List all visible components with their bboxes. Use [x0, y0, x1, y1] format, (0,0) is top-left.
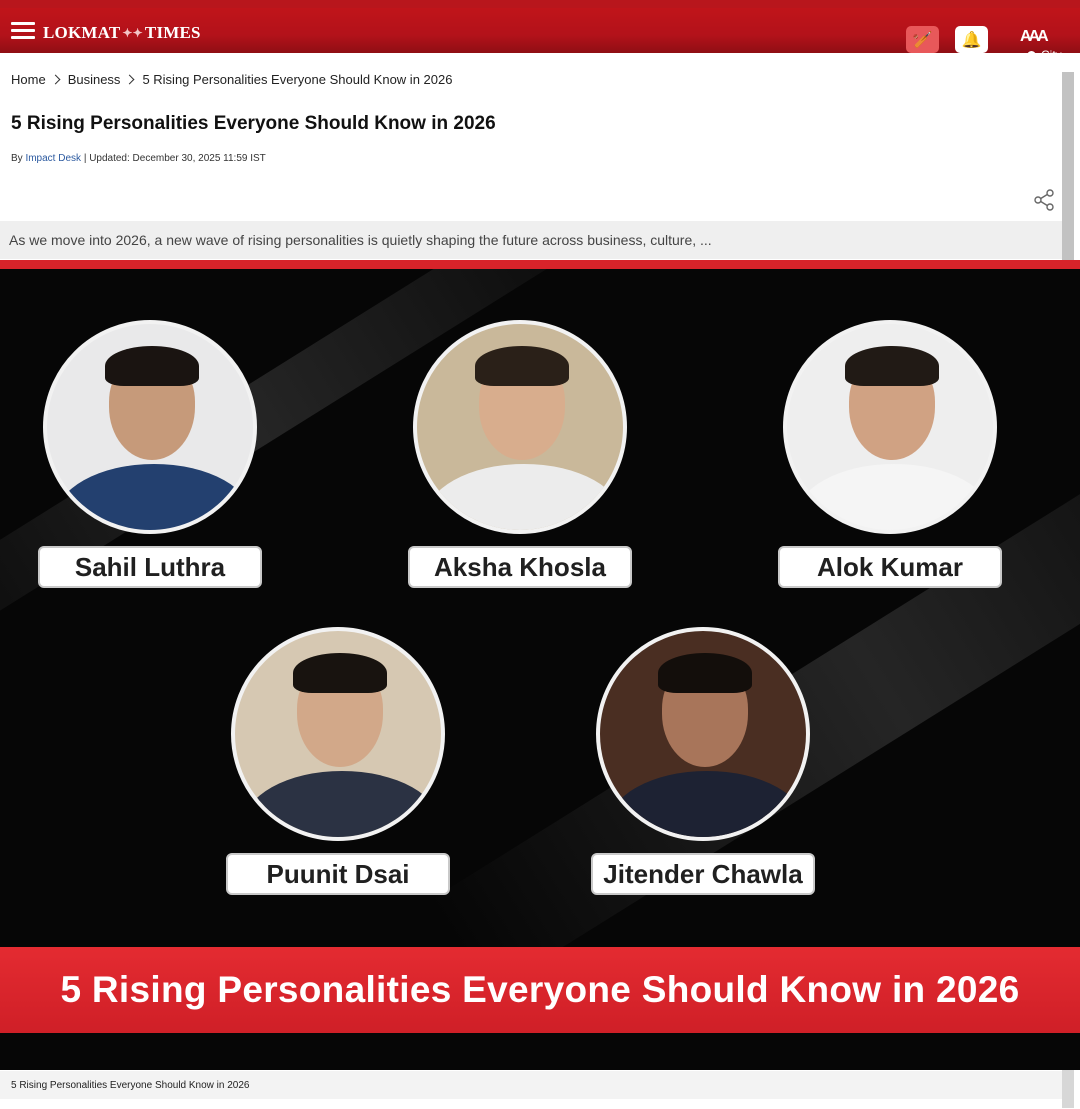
article-summary: As we move into 2026, a new wave of risi…: [0, 221, 1062, 259]
person-name: Jitender Chawla: [591, 853, 815, 895]
hero-image: Sahil Luthra Aksha Khosla Alok Kumar Puu…: [0, 260, 1080, 1070]
person-name: Puunit Dsai: [226, 853, 450, 895]
hero-banner-text: 5 Rising Personalities Everyone Should K…: [0, 947, 1080, 1033]
person-name: Aksha Khosla: [408, 546, 632, 588]
share-icon[interactable]: [1032, 188, 1056, 212]
person-photo: [596, 627, 810, 841]
font-size-button[interactable]: AAA: [1020, 28, 1049, 46]
byline: By Impact Desk | Updated: December 30, 2…: [11, 153, 266, 164]
image-caption: 5 Rising Personalities Everyone Should K…: [0, 1071, 1062, 1099]
breadcrumb-home[interactable]: Home: [11, 72, 46, 87]
person-photo: [231, 627, 445, 841]
person-photo: [783, 320, 997, 534]
person-name: Alok Kumar: [778, 546, 1002, 588]
breadcrumb-current: 5 Rising Personalities Everyone Should K…: [142, 72, 453, 87]
person-name: Sahil Luthra: [38, 546, 262, 588]
logo-emblem: ✦✦: [122, 25, 143, 40]
site-header: LOKMAT ✦✦ TIMES 🏏 🔔 AAA City: [0, 0, 1080, 62]
chevron-right-icon: [50, 74, 61, 85]
logo-text-right: TIMES: [144, 23, 201, 42]
location-pin-icon: [1025, 48, 1038, 62]
notification-bell-icon[interactable]: 🔔: [955, 26, 988, 53]
breadcrumb-business[interactable]: Business: [68, 72, 121, 87]
breadcrumb: Home Business 5 Rising Personalities Eve…: [11, 72, 452, 87]
person-card: Puunit Dsai: [223, 627, 453, 895]
person-card: Sahil Luthra: [35, 320, 265, 588]
person-photo: [413, 320, 627, 534]
city-label: City: [1041, 48, 1062, 62]
author-link[interactable]: Impact Desk: [25, 153, 81, 164]
person-card: Aksha Khosla: [405, 320, 635, 588]
city-selector[interactable]: City: [1025, 48, 1062, 62]
person-card: Alok Kumar: [775, 320, 1005, 588]
menu-icon[interactable]: [11, 22, 35, 40]
cricket-icon[interactable]: 🏏: [906, 26, 939, 53]
person-card: Jitender Chawla: [588, 627, 818, 895]
chevron-right-icon: [124, 74, 135, 85]
updated-date: | Updated: December 30, 2025 11:59 IST: [83, 153, 266, 164]
article-title: 5 Rising Personalities Everyone Should K…: [11, 113, 496, 134]
person-photo: [43, 320, 257, 534]
byline-prefix: By: [11, 153, 23, 164]
site-logo[interactable]: LOKMAT ✦✦ TIMES: [43, 22, 201, 44]
logo-text-left: LOKMAT: [43, 23, 121, 42]
scrollbar-thumb[interactable]: [1062, 72, 1074, 272]
